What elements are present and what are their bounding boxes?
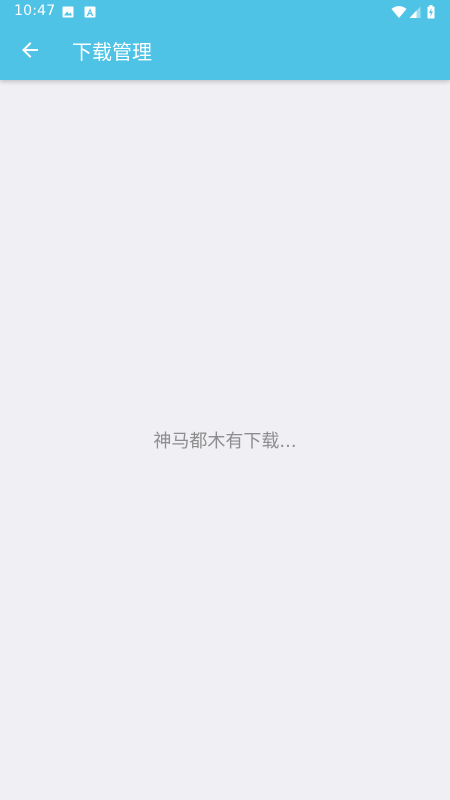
download-list-area: 神马都木有下载... — [0, 80, 450, 800]
a-notification-icon — [84, 6, 96, 18]
page-title: 下载管理 — [72, 40, 152, 64]
back-button[interactable] — [10, 32, 50, 72]
cellular-signal-icon — [409, 5, 421, 19]
battery-charging-icon — [427, 5, 435, 19]
arrow-back-icon — [20, 40, 40, 64]
wifi-icon — [391, 5, 407, 19]
empty-state-message: 神马都木有下载... — [153, 431, 297, 452]
top-bar: 10:47 下载管理 — [0, 0, 450, 80]
app-bar: 下载管理 — [0, 24, 450, 80]
status-bar: 10:47 — [0, 0, 450, 24]
status-time: 10:47 — [14, 3, 56, 19]
image-icon — [62, 6, 74, 18]
